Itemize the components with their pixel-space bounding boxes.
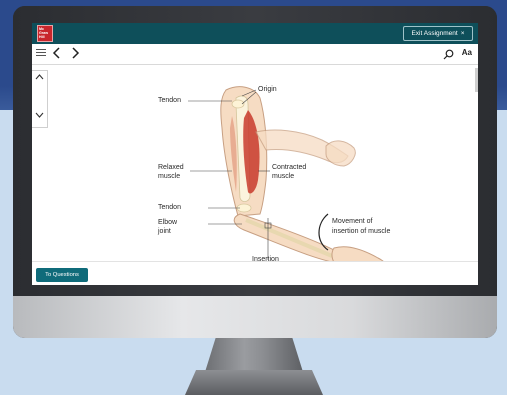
monitor-stand-base [185, 370, 323, 395]
screen: Mc Graw Hill Exit Assignment × Aa Tendon… [32, 23, 478, 285]
monitor-chin [13, 296, 497, 338]
side-panel-toggle [32, 70, 48, 128]
hamburger-icon[interactable] [36, 47, 46, 61]
text-size-button[interactable]: Aa [462, 48, 472, 57]
label-tendon-bottom: Tendon [158, 204, 181, 211]
header-bar: Mc Graw Hill Exit Assignment × [32, 23, 478, 44]
label-relaxed-line2: muscle [158, 173, 181, 180]
monitor: Mc Graw Hill Exit Assignment × Aa Tendon… [13, 6, 497, 338]
label-relaxed-line1: Relaxed [158, 164, 184, 171]
label-elbow-line2: joint [158, 228, 171, 235]
chevron-up-icon[interactable] [35, 73, 44, 83]
label-contracted-line2: muscle [272, 173, 295, 180]
label-elbow-line1: Elbow [158, 219, 178, 226]
search-icon[interactable] [443, 47, 454, 65]
label-movement-line1: Movement of [332, 218, 373, 225]
navigation-bar: Aa [32, 44, 478, 65]
label-movement-line2: insertion of muscle [332, 228, 391, 235]
close-icon: × [460, 30, 465, 37]
arm-muscle-figure: Tendon Origin Relaxed muscle Contracted … [120, 68, 420, 268]
label-tendon-top: Tendon [158, 97, 181, 104]
footer-bar: To Questions [32, 261, 478, 285]
chevron-right-icon[interactable] [70, 47, 80, 63]
exit-assignment-label: Exit Assignment [411, 30, 458, 37]
mcgraw-hill-logo: Mc Graw Hill [37, 25, 53, 42]
scrollbar-thumb[interactable] [475, 68, 478, 92]
exit-assignment-button[interactable]: Exit Assignment × [403, 26, 473, 41]
label-origin: Origin [258, 86, 277, 93]
chevron-down-icon[interactable] [35, 111, 44, 121]
chevron-left-icon[interactable] [52, 47, 62, 63]
to-questions-button[interactable]: To Questions [36, 268, 88, 282]
label-contracted-line1: Contracted [272, 164, 307, 171]
